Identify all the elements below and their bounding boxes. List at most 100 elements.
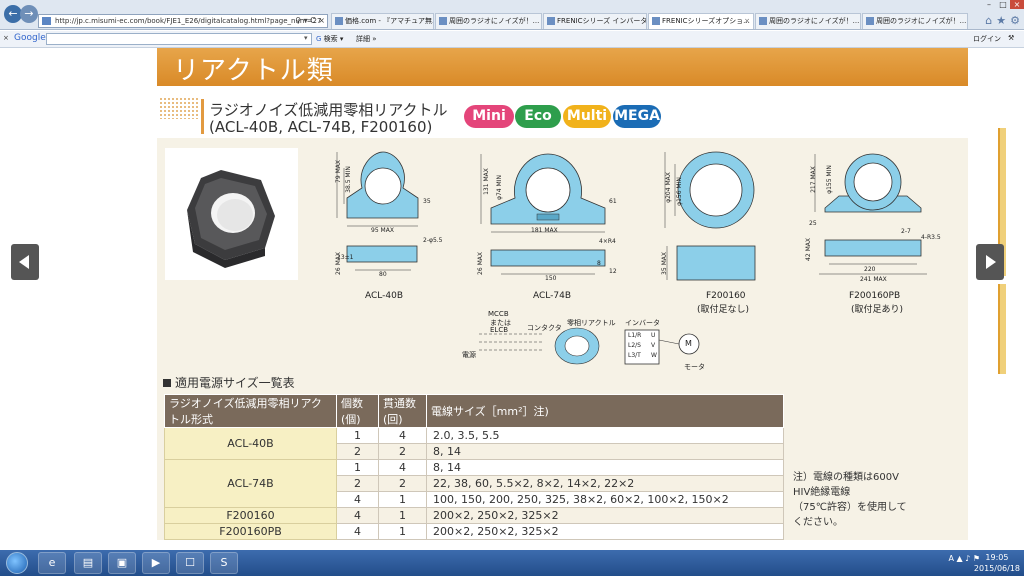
- google-toolbar-close-icon[interactable]: ×: [3, 34, 9, 42]
- forward-button[interactable]: →: [20, 5, 38, 23]
- scroll-thumb-secondary[interactable]: [998, 284, 1006, 374]
- col-header-turns: 貫通数(回): [378, 394, 427, 428]
- next-page-button[interactable]: [976, 244, 1004, 280]
- dim-label: 4×R4: [599, 238, 616, 245]
- catalog-sheet: リアクトル類 ラジオノイズ低減用零相リアクトル (ACL-40B, ACL-74…: [157, 48, 968, 540]
- tab-favicon-icon: [547, 17, 555, 25]
- source-label: 電源: [462, 351, 476, 359]
- turns-cell: 1: [378, 507, 427, 524]
- google-g-icon: G: [316, 35, 322, 43]
- dim-label: 13±1: [337, 254, 354, 261]
- table-row: F200160PB 4 1 200×2, 250×2, 325×2: [164, 523, 784, 540]
- ie-taskbar-icon[interactable]: e: [38, 552, 66, 574]
- model-cell: F200160PB: [164, 523, 337, 540]
- badge-mega: MEGA: [613, 105, 661, 128]
- wire-cell: 8, 14: [426, 459, 784, 476]
- clock-date: 2015/06/18: [973, 564, 1020, 573]
- dim-label: 4-R3.5: [921, 234, 941, 241]
- start-button[interactable]: [6, 552, 28, 574]
- turns-cell: 2: [378, 475, 427, 492]
- tab-frenic-inverter[interactable]: FRENICシリーズ インバータ...: [543, 13, 647, 29]
- search-icon[interactable]: ⚲ ▾ C ×: [295, 15, 325, 27]
- dim-label: φ204 MAX: [664, 172, 672, 203]
- explorer-taskbar-icon[interactable]: ▤: [74, 552, 102, 574]
- tab-favicon-icon: [759, 17, 767, 25]
- tab-radio-noise-2[interactable]: 周囲のラジオにノイズが！...: [755, 13, 861, 29]
- note-line: HIV絶縁電線: [793, 487, 851, 498]
- drawing-sublabel-f200160pb: (取付足あり): [851, 305, 904, 315]
- settings-gear-icon[interactable]: ⚙: [1010, 14, 1020, 27]
- previous-page-button[interactable]: [11, 244, 39, 280]
- google-search-button[interactable]: G 検索 ▾: [316, 34, 343, 44]
- qty-cell: 2: [336, 443, 379, 460]
- volume-icon[interactable]: ♪: [965, 554, 970, 563]
- minimize-icon[interactable]: –: [982, 0, 996, 9]
- windows-taskbar: e ▤ ▣ ▶ ☐ S A ▲ ♪ ⚑ 19:05 2015/06/18: [0, 550, 1024, 576]
- note-line: ください。: [793, 517, 843, 528]
- turns-cell: 1: [378, 491, 427, 508]
- google-logo: Google: [14, 33, 46, 43]
- chevron-down-icon[interactable]: ▾: [304, 34, 308, 42]
- model-cell: ACL-74B: [164, 459, 337, 508]
- catalog-page: リアクトル類 ラジオノイズ低減用零相リアクトル (ACL-40B, ACL-74…: [0, 48, 1024, 550]
- network-icon[interactable]: ▲: [956, 554, 962, 563]
- terminal-w: W: [651, 352, 657, 359]
- product-photo: [165, 148, 298, 280]
- turns-cell: 4: [378, 427, 427, 444]
- dim-label: φ156 MIN: [675, 177, 683, 206]
- terminal-v: V: [651, 342, 656, 349]
- dim-label: 35: [423, 198, 431, 205]
- terminal-l2: L2/S: [628, 342, 641, 349]
- table-row: F200160 4 1 200×2, 250×2, 325×2: [164, 507, 784, 524]
- home-icon[interactable]: ⌂: [985, 14, 992, 27]
- google-detail-button[interactable]: 詳細 »: [356, 34, 377, 44]
- dim-label: 217 MAX: [809, 166, 817, 193]
- col-header-wire: 電線サイズ［mm²］注): [426, 394, 784, 428]
- dim-label: 79 MAX: [334, 160, 342, 183]
- app3-taskbar-icon[interactable]: ☐: [176, 552, 204, 574]
- app2-taskbar-icon[interactable]: ▶: [142, 552, 170, 574]
- tab-kakaku[interactable]: 価格.com - 『アマチュア無...: [331, 13, 434, 29]
- page-scrollbar[interactable]: [998, 48, 1008, 550]
- dim-label: 131 MAX: [482, 168, 490, 195]
- google-login-button[interactable]: ログイン: [973, 34, 1001, 44]
- dim-label: 220: [864, 266, 876, 273]
- browser-toolbar: ← → http://jp.c.misumi-ec.com/book/FJE1_…: [0, 0, 1024, 30]
- dim-label: 35 MAX: [660, 252, 668, 275]
- app-taskbar-icon[interactable]: ▣: [108, 552, 136, 574]
- drawing-label-acl-74b: ACL-74B: [533, 291, 572, 301]
- contactor-label: コンタクタ: [527, 324, 562, 332]
- mccb-label: MCCB: [488, 310, 509, 318]
- badge-multi: Multi: [563, 105, 611, 128]
- close-tab-icon[interactable]: ×: [744, 14, 750, 28]
- maximize-icon[interactable]: □: [996, 0, 1010, 9]
- close-icon[interactable]: ×: [1010, 0, 1024, 9]
- tab-radio-noise-3[interactable]: 周囲のラジオにノイズが！...: [862, 13, 968, 29]
- table-row: ACL-74B 1 4 8, 14: [164, 459, 784, 508]
- tab-favicon-icon: [335, 17, 343, 25]
- qty-cell: 4: [336, 491, 379, 508]
- skype-taskbar-icon[interactable]: S: [210, 552, 238, 574]
- favorites-star-icon[interactable]: ★: [996, 14, 1006, 27]
- dim-label: 12: [609, 268, 617, 275]
- tab-frenic-options[interactable]: FRENICシリーズオプショ... ×: [648, 13, 754, 29]
- tab-favicon-icon: [866, 17, 874, 25]
- turns-cell: 1: [378, 523, 427, 540]
- clock[interactable]: 19:05 2015/06/18: [974, 552, 1020, 574]
- address-bar[interactable]: http://jp.c.misumi-ec.com/book/FJE1_E26/…: [38, 14, 328, 28]
- terminal-l3: L3/T: [628, 352, 641, 359]
- ime-icon[interactable]: A: [948, 554, 953, 563]
- qty-cell: 4: [336, 507, 379, 524]
- dim-label: 181 MAX: [531, 227, 558, 234]
- wrench-icon[interactable]: ⚒: [1008, 34, 1014, 42]
- browser-icons: ⌂ ★ ⚙: [981, 14, 1020, 27]
- reactor-photo-illustration: [187, 170, 275, 268]
- clock-time: 19:05: [985, 553, 1009, 562]
- wire-cell: 200×2, 250×2, 325×2: [426, 523, 784, 540]
- qty-cell: 4: [336, 523, 379, 540]
- tab-radio-noise-1[interactable]: 周囲のラジオにノイズが！...: [435, 13, 542, 29]
- drawing-label-acl-40b: ACL-40B: [365, 291, 404, 301]
- google-search-input[interactable]: [46, 33, 312, 45]
- dim-label: 25: [809, 220, 817, 227]
- decorative-dots: [159, 97, 199, 119]
